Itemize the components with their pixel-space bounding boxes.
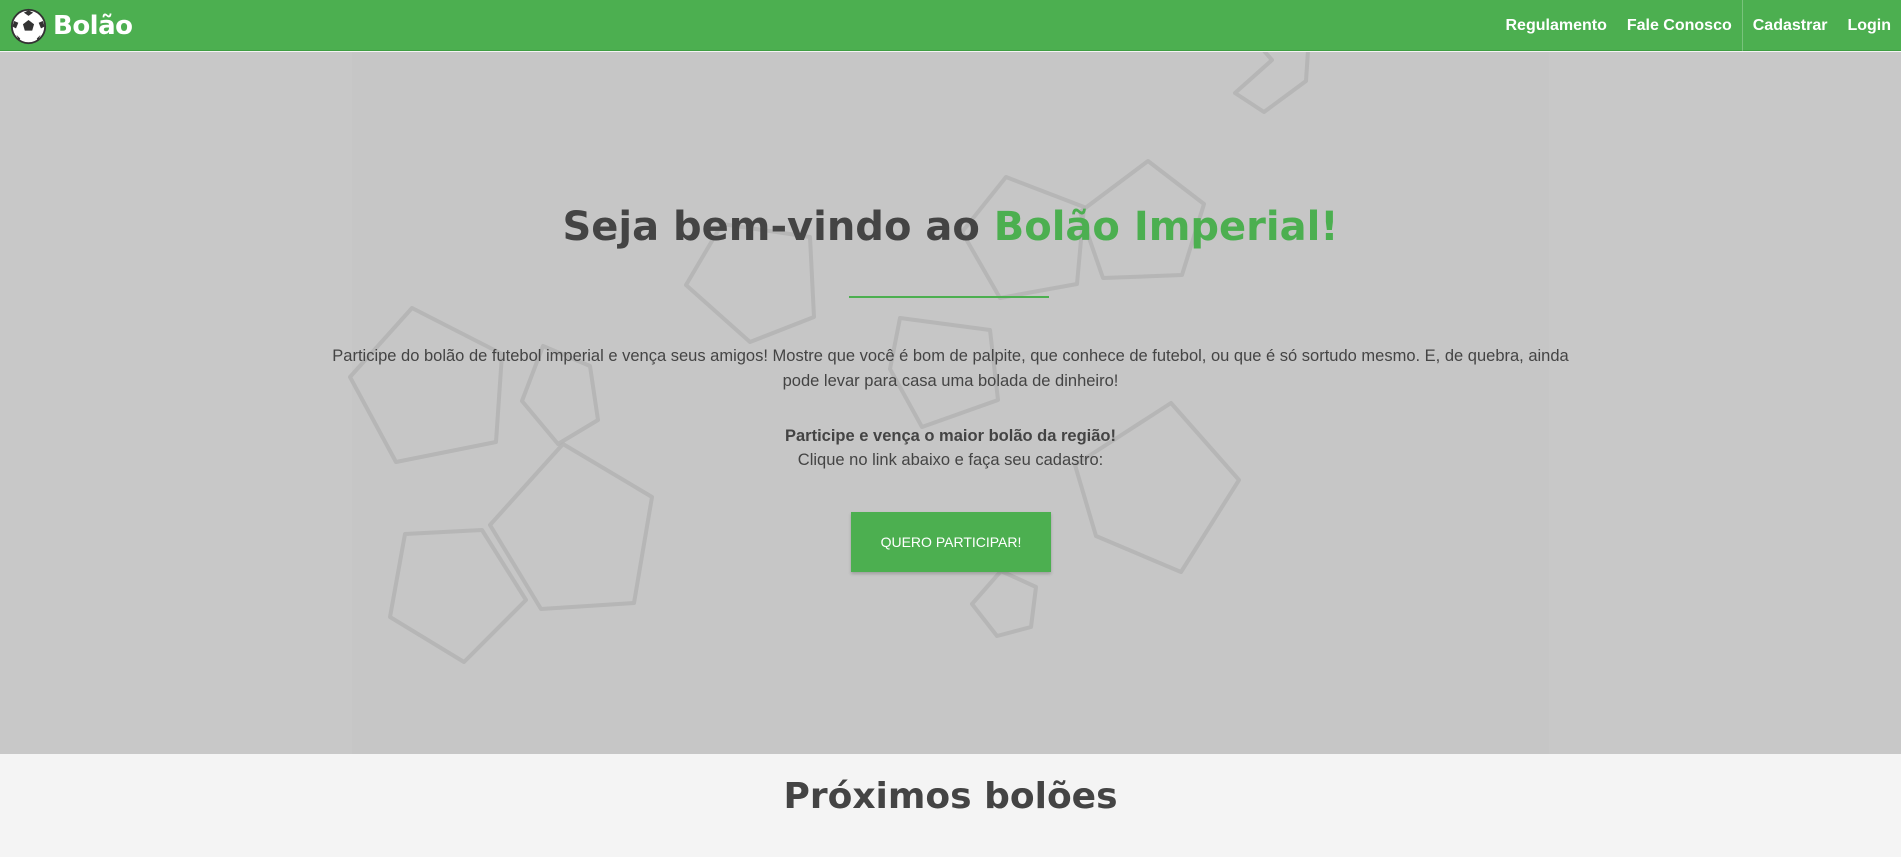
navbar: Bolão Regulamento Fale Conosco Cadastrar…	[0, 0, 1901, 51]
hero-description: Participe do bolão de futebol imperial e…	[332, 347, 1569, 390]
pentagon-pattern-background	[348, 52, 1310, 664]
cta-participate-button[interactable]: QUERO PARTICIPAR!	[851, 512, 1051, 572]
hero-title-prefix: Seja bem-vindo ao	[562, 204, 994, 250]
upcoming-pools-title: Próximos bolões	[783, 776, 1118, 817]
hero-title: Seja bem-vindo ao Bolão Imperial!	[0, 204, 1901, 250]
nav-regulamento[interactable]: Regulamento	[1496, 0, 1617, 51]
hero-highlight: Participe e vença o maior bolão da regiã…	[784, 427, 1117, 445]
soccer-ball-icon	[10, 8, 47, 44]
title-underline	[849, 296, 1049, 298]
nav-cadastrar[interactable]: Cadastrar	[1743, 0, 1838, 51]
brand-name: Bolão	[53, 11, 133, 41]
nav-login[interactable]: Login	[1837, 0, 1901, 51]
nav-fale-conosco[interactable]: Fale Conosco	[1617, 0, 1742, 51]
hero-instruction: Clique no link abaixo e faça seu cadastr…	[797, 451, 1104, 469]
brand-link[interactable]: Bolão	[10, 7, 133, 45]
hero-title-accent: Bolão Imperial!	[993, 204, 1339, 250]
hero-section: Seja bem-vindo ao Bolão Imperial! Partic…	[0, 52, 1901, 754]
main-nav: Regulamento Fale Conosco Cadastrar Login	[1496, 0, 1901, 51]
